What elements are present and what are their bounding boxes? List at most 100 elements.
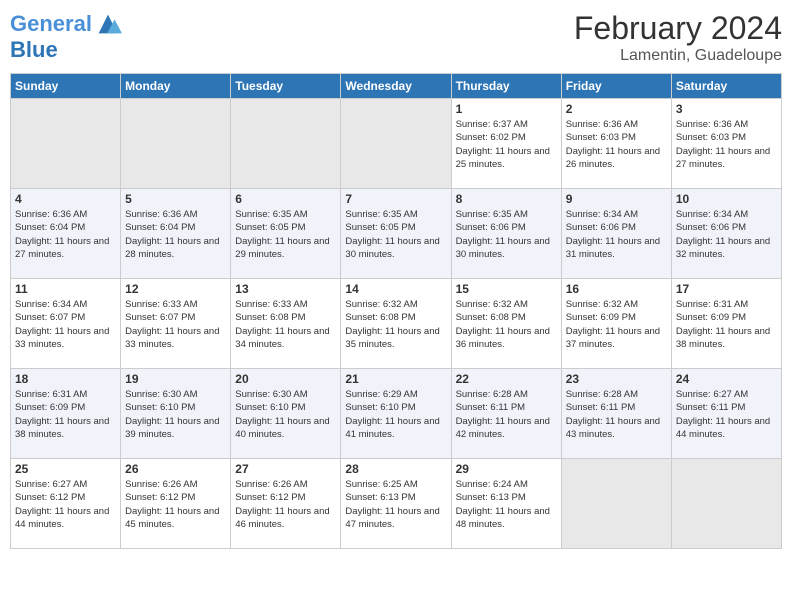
sunrise: Sunrise: 6:36 AM bbox=[676, 119, 748, 130]
calendar-cell bbox=[231, 99, 341, 189]
sunset: Sunset: 6:12 PM bbox=[15, 492, 85, 503]
daylight: Daylight: 11 hours and 37 minutes. bbox=[566, 326, 660, 350]
daylight: Daylight: 11 hours and 36 minutes. bbox=[456, 326, 550, 350]
daylight: Daylight: 11 hours and 26 minutes. bbox=[566, 146, 660, 170]
calendar-cell: 6Sunrise: 6:35 AMSunset: 6:05 PMDaylight… bbox=[231, 189, 341, 279]
sunset: Sunset: 6:05 PM bbox=[345, 222, 415, 233]
daylight: Daylight: 11 hours and 42 minutes. bbox=[456, 416, 550, 440]
sunset: Sunset: 6:06 PM bbox=[456, 222, 526, 233]
day-info: Sunrise: 6:35 AM Sunset: 6:05 PM Daylight:… bbox=[235, 208, 336, 261]
day-number: 21 bbox=[345, 372, 446, 386]
calendar-table: SundayMondayTuesdayWednesdayThursdayFrid… bbox=[10, 73, 782, 549]
day-number: 18 bbox=[15, 372, 116, 386]
day-number: 25 bbox=[15, 462, 116, 476]
day-info: Sunrise: 6:28 AMSunset: 6:11 PMDaylight:… bbox=[566, 388, 667, 441]
header-thursday: Thursday bbox=[451, 74, 561, 99]
sunrise: Sunrise: 6:32 AM bbox=[345, 299, 417, 310]
sunset: Sunset: 6:13 PM bbox=[456, 492, 526, 503]
calendar-cell: 4Sunrise: 6:36 AMSunset: 6:04 PMDaylight… bbox=[11, 189, 121, 279]
logo-text2: Blue bbox=[10, 38, 122, 62]
calendar-cell: 10Sunrise: 6:34 AMSunset: 6:06 PMDayligh… bbox=[671, 189, 781, 279]
sunset: Sunset: 6:11 PM bbox=[676, 402, 746, 413]
day-info: Sunrise: 6:32 AMSunset: 6:09 PMDaylight:… bbox=[566, 298, 667, 351]
sunrise: Sunrise: 6:27 AM bbox=[676, 389, 748, 400]
day-number: 11 bbox=[15, 282, 116, 296]
sunset: Sunset: 6:11 PM bbox=[566, 402, 636, 413]
day-info: Sunrise: 6:35 AMSunset: 6:05 PMDaylight:… bbox=[345, 208, 446, 261]
day-number: 14 bbox=[345, 282, 446, 296]
calendar-week-row: 1 Sunrise: 6:37 AM Sunset: 6:02 PM Daylight… bbox=[11, 99, 782, 189]
calendar-cell: 8 Sunrise: 6:35 AM Sunset: 6:06 PM Daylight… bbox=[451, 189, 561, 279]
day-info: Sunrise: 6:33 AMSunset: 6:08 PMDaylight:… bbox=[235, 298, 336, 351]
day-info: Sunrise: 6:24 AMSunset: 6:13 PMDaylight:… bbox=[456, 478, 557, 531]
calendar-cell: 21Sunrise: 6:29 AMSunset: 6:10 PMDayligh… bbox=[341, 369, 451, 459]
daylight: Daylight: 11 hours and 29 minutes. bbox=[235, 236, 329, 260]
calendar-cell: 9Sunrise: 6:34 AMSunset: 6:06 PMDaylight… bbox=[561, 189, 671, 279]
sunset: Sunset: 6:04 PM bbox=[125, 222, 195, 233]
calendar-cell bbox=[671, 459, 781, 549]
sunrise: Sunrise: 6:35 AM bbox=[235, 209, 307, 220]
sunset: Sunset: 6:09 PM bbox=[15, 402, 85, 413]
calendar-week-row: 11 Sunrise: 6:34 AM Sunset: 6:07 PM Dayligh… bbox=[11, 279, 782, 369]
logo-icon bbox=[94, 10, 122, 38]
sunrise: Sunrise: 6:37 AM bbox=[456, 119, 528, 130]
day-number: 15 bbox=[456, 282, 557, 296]
calendar-cell: 11 Sunrise: 6:34 AM Sunset: 6:07 PM Dayligh… bbox=[11, 279, 121, 369]
sunset: Sunset: 6:05 PM bbox=[235, 222, 305, 233]
daylight: Daylight: 11 hours and 33 minutes. bbox=[15, 326, 109, 350]
sunrise: Sunrise: 6:31 AM bbox=[676, 299, 748, 310]
calendar-cell: 26Sunrise: 6:26 AMSunset: 6:12 PMDayligh… bbox=[121, 459, 231, 549]
calendar-cell bbox=[561, 459, 671, 549]
day-number: 26 bbox=[125, 462, 226, 476]
day-info: Sunrise: 6:34 AM Sunset: 6:07 PM Daylight:… bbox=[15, 298, 116, 351]
day-info: Sunrise: 6:27 AM Sunset: 6:11 PM Daylight:… bbox=[676, 388, 777, 441]
daylight: Daylight: 11 hours and 28 minutes. bbox=[125, 236, 219, 260]
header-monday: Monday bbox=[121, 74, 231, 99]
day-info: Sunrise: 6:34 AMSunset: 6:06 PMDaylight:… bbox=[566, 208, 667, 261]
day-number: 8 bbox=[456, 192, 557, 206]
day-info: Sunrise: 6:26 AMSunset: 6:12 PMDaylight:… bbox=[235, 478, 336, 531]
sunrise: Sunrise: 6:30 AM bbox=[125, 389, 197, 400]
header-friday: Friday bbox=[561, 74, 671, 99]
calendar-cell: 7Sunrise: 6:35 AMSunset: 6:05 PMDaylight… bbox=[341, 189, 451, 279]
calendar-cell bbox=[121, 99, 231, 189]
calendar-cell: 27Sunrise: 6:26 AMSunset: 6:12 PMDayligh… bbox=[231, 459, 341, 549]
day-number: 10 bbox=[676, 192, 777, 206]
subtitle: Lamentin, Guadeloupe bbox=[574, 47, 782, 65]
calendar-cell: 2Sunrise: 6:36 AMSunset: 6:03 PMDaylight… bbox=[561, 99, 671, 189]
sunrise: Sunrise: 6:34 AM bbox=[15, 299, 87, 310]
daylight: Daylight: 11 hours and 46 minutes. bbox=[235, 506, 329, 530]
sunset: Sunset: 6:07 PM bbox=[125, 312, 195, 323]
day-number: 12 bbox=[125, 282, 226, 296]
daylight: Daylight: 11 hours and 30 minutes. bbox=[456, 236, 550, 260]
day-info: Sunrise: 6:27 AMSunset: 6:12 PMDaylight:… bbox=[15, 478, 116, 531]
day-number: 24 bbox=[676, 372, 777, 386]
calendar-cell: 18Sunrise: 6:31 AMSunset: 6:09 PMDayligh… bbox=[11, 369, 121, 459]
sunrise: Sunrise: 6:33 AM bbox=[125, 299, 197, 310]
sunset: Sunset: 6:02 PM bbox=[456, 132, 526, 143]
day-info: Sunrise: 6:31 AMSunset: 6:09 PMDaylight:… bbox=[676, 298, 777, 351]
day-number: 28 bbox=[345, 462, 446, 476]
page-header: General Blue February 2024 Lamentin, Gua… bbox=[10, 10, 782, 65]
day-number: 2 bbox=[566, 102, 667, 116]
sunset: Sunset: 6:08 PM bbox=[235, 312, 305, 323]
sunrise: Sunrise: 6:34 AM bbox=[566, 209, 638, 220]
sunset: Sunset: 6:08 PM bbox=[456, 312, 526, 323]
header-wednesday: Wednesday bbox=[341, 74, 451, 99]
calendar-week-row: 25 Sunrise: 6:27 AMSunset: 6:12 PMDayligh… bbox=[11, 459, 782, 549]
daylight: Daylight: 11 hours and 44 minutes. bbox=[676, 416, 770, 440]
day-number: 4 bbox=[15, 192, 116, 206]
day-number: 1 bbox=[456, 102, 557, 116]
header-tuesday: Tuesday bbox=[231, 74, 341, 99]
sunrise: Sunrise: 6:35 AM bbox=[456, 209, 528, 220]
daylight: Daylight: 11 hours and 38 minutes. bbox=[676, 326, 770, 350]
sunrise: Sunrise: 6:36 AM bbox=[566, 119, 638, 130]
sunset: Sunset: 6:07 PM bbox=[15, 312, 85, 323]
sunset: Sunset: 6:11 PM bbox=[456, 402, 526, 413]
sunset: Sunset: 6:10 PM bbox=[235, 402, 305, 413]
day-info: Sunrise: 6:36 AMSunset: 6:04 PMDaylight:… bbox=[125, 208, 226, 261]
calendar-cell: 24 Sunrise: 6:27 AM Sunset: 6:11 PM Dayligh… bbox=[671, 369, 781, 459]
sunrise: Sunrise: 6:33 AM bbox=[235, 299, 307, 310]
sunset: Sunset: 6:10 PM bbox=[125, 402, 195, 413]
calendar-cell: 15Sunrise: 6:32 AMSunset: 6:08 PMDayligh… bbox=[451, 279, 561, 369]
